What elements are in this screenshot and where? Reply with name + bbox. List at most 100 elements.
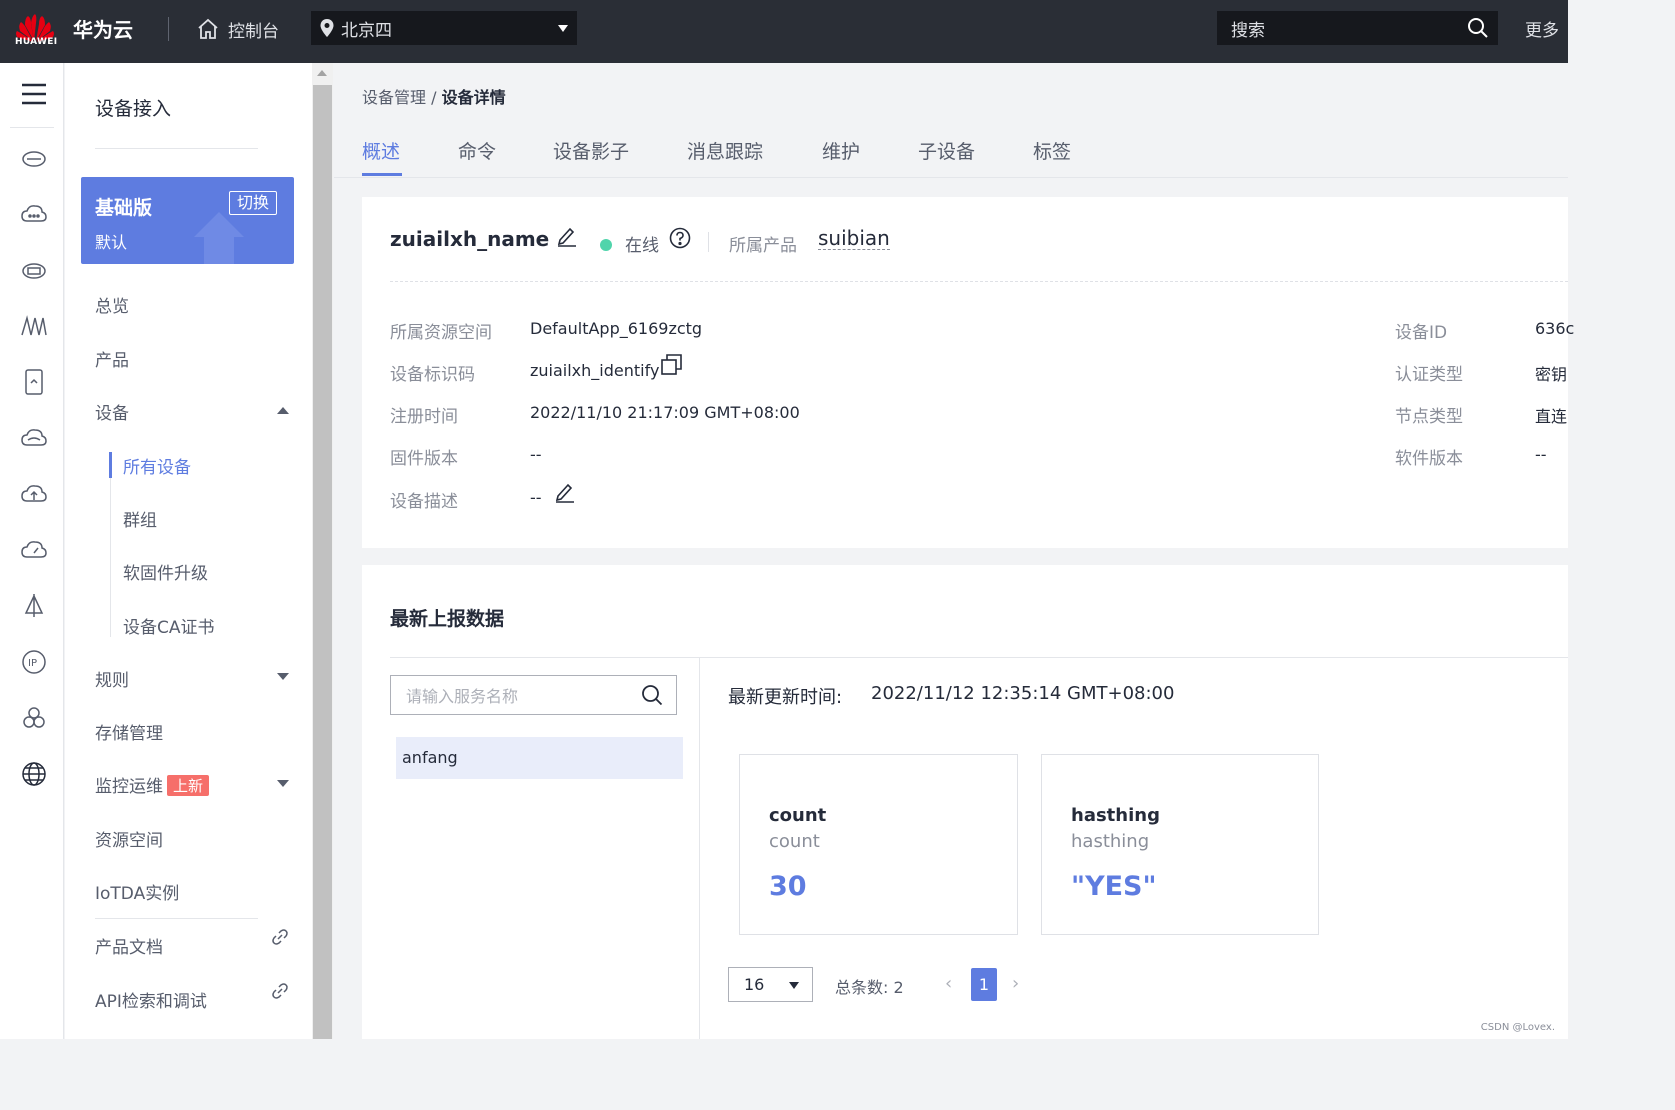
device-icon[interactable] [19, 367, 49, 397]
sidebar-item-product[interactable]: 产品 [95, 346, 129, 371]
help-icon[interactable] [669, 227, 691, 249]
next-page-button[interactable]: › [1012, 973, 1019, 994]
copy-icon[interactable] [660, 353, 684, 377]
scroll-up-arrow-icon[interactable] [317, 70, 327, 76]
globe-icon[interactable] [19, 759, 49, 789]
cloud-upload-icon[interactable] [19, 479, 49, 509]
sidebar-item-docs[interactable]: 产品文档 [95, 933, 163, 958]
watermark: CSDN @Lovex. [1480, 1022, 1555, 1033]
prev-page-button[interactable]: ‹ [945, 973, 952, 994]
ip-icon[interactable]: IP [19, 647, 49, 677]
field-label: 节点类型 [1395, 407, 1463, 427]
sidebar-item-storage[interactable]: 存储管理 [95, 719, 163, 744]
divider [708, 232, 709, 252]
breadcrumb-separator: / [431, 88, 437, 107]
property-value: "YES" [1071, 871, 1157, 902]
logo-text: HUAWEI [15, 37, 58, 47]
console-link[interactable]: 控制台 [196, 14, 279, 44]
scrollbar-thumb[interactable] [313, 85, 332, 1039]
cloud-gauge-icon[interactable] [19, 535, 49, 565]
region-select[interactable]: 北京四 [311, 11, 577, 45]
divider [10, 127, 54, 128]
property-card: count count 30 [739, 754, 1018, 935]
product-label: 所属产品 [729, 236, 797, 256]
cloud-server-icon[interactable] [19, 143, 49, 173]
sidebar-item-overview[interactable]: 总览 [95, 292, 129, 317]
cloud-icon[interactable] [19, 423, 49, 453]
field-label: 所属资源空间 [390, 323, 492, 343]
edit-description-icon[interactable] [554, 481, 576, 503]
edition-card[interactable]: 基础版 默认 切换 [81, 177, 294, 264]
service-search-input[interactable]: 请输入服务名称 [390, 675, 677, 715]
field-label: 注册时间 [390, 407, 458, 427]
location-pin-icon [320, 19, 334, 37]
updated-time-value: 2022/11/12 12:35:14 GMT+08:00 [871, 683, 1175, 704]
field-label: 软件版本 [1395, 449, 1463, 469]
link-icon[interactable] [271, 982, 289, 1000]
breadcrumb-current: 设备详情 [441, 88, 506, 107]
tab-tags[interactable]: 标签 [1033, 137, 1071, 164]
product-link[interactable]: suibian [818, 227, 890, 250]
property-card: hasthing hasthing "YES" [1041, 754, 1319, 935]
switch-edition-button[interactable]: 切换 [229, 191, 278, 215]
page-size-select[interactable]: 16 [728, 967, 813, 1002]
sidebar-item-device[interactable]: 设备 [95, 399, 129, 424]
page-button-current[interactable]: 1 [971, 968, 997, 1001]
region-value: 北京四 [341, 20, 392, 41]
tab-device-shadow[interactable]: 设备影子 [553, 137, 629, 164]
signal-wave-icon[interactable] [19, 311, 49, 341]
node-id-value: zuiailxh_identify [530, 361, 660, 380]
sidebar-item-all-devices[interactable]: 所有设备 [123, 453, 191, 478]
cloud-storage-icon[interactable] [19, 255, 49, 285]
main-content: 设备管理 / 设备详情 概述 命令 设备影子 消息跟踪 维护 子设备 标签 zu… [334, 63, 1574, 1039]
search-placeholder: 请输入服务名称 [406, 687, 519, 706]
sidebar-item-api[interactable]: API检索和调试 [95, 987, 207, 1012]
global-search-input[interactable]: 搜索 [1217, 11, 1498, 45]
chevron-down-icon [558, 25, 568, 32]
online-status-dot [600, 239, 612, 251]
tab-overview[interactable]: 概述 [362, 137, 400, 164]
node-type-value: 直连 [1535, 407, 1568, 426]
sidebar-item-iotda[interactable]: IoTDA实例 [95, 879, 179, 904]
menu-icon[interactable] [19, 79, 49, 109]
sidebar-item-ca-cert[interactable]: 设备CA证书 [123, 613, 215, 638]
device-id-value: 636c [1535, 319, 1575, 338]
search-icon[interactable] [641, 684, 663, 706]
device-name: zuiailxh_name [390, 227, 550, 251]
sidebar-title: 设备接入 [95, 98, 172, 120]
search-icon[interactable] [1467, 17, 1489, 39]
sidebar-item-firmware[interactable]: 软固件升级 [123, 559, 208, 584]
property-description: hasthing [1071, 831, 1150, 852]
chevron-up-icon[interactable] [277, 407, 289, 414]
sidebar-item-monitor[interactable]: 监控运维 上新 [95, 772, 210, 797]
new-badge: 上新 [167, 775, 210, 796]
cluster-icon[interactable] [19, 703, 49, 733]
tab-message-trace[interactable]: 消息跟踪 [687, 137, 763, 164]
tab-maintenance[interactable]: 维护 [822, 137, 860, 164]
sidebar-item-rules[interactable]: 规则 [95, 666, 129, 691]
more-menu[interactable]: 更多 [1525, 16, 1559, 41]
home-icon [198, 18, 218, 39]
tree-line [110, 452, 111, 637]
edit-name-icon[interactable] [556, 225, 578, 247]
cloud-message-icon[interactable] [19, 199, 49, 229]
section-title: 最新上报数据 [390, 608, 505, 630]
search-placeholder: 搜索 [1231, 20, 1265, 41]
service-list-item[interactable]: anfang [396, 737, 683, 779]
sidebar-item-group[interactable]: 群组 [123, 506, 157, 531]
property-description: count [769, 831, 820, 852]
link-icon[interactable] [271, 928, 289, 946]
sail-icon[interactable] [19, 591, 49, 621]
tab-sub-devices[interactable]: 子设备 [918, 137, 975, 164]
chevron-down-icon[interactable] [277, 780, 289, 787]
tab-commands[interactable]: 命令 [458, 137, 496, 164]
sidebar-item-resource-space[interactable]: 资源空间 [95, 826, 163, 851]
field-label: 设备描述 [390, 492, 458, 512]
field-label: 固件版本 [390, 449, 458, 469]
brand-name[interactable]: 华为云 [73, 14, 133, 43]
breadcrumb-parent[interactable]: 设备管理 [362, 88, 426, 107]
sidebar-item-label: 监控运维 [95, 777, 163, 797]
chevron-down-icon[interactable] [277, 673, 289, 680]
divider [95, 148, 258, 149]
detail-tabs: 概述 命令 设备影子 消息跟踪 维护 子设备 标签 [334, 126, 1568, 178]
